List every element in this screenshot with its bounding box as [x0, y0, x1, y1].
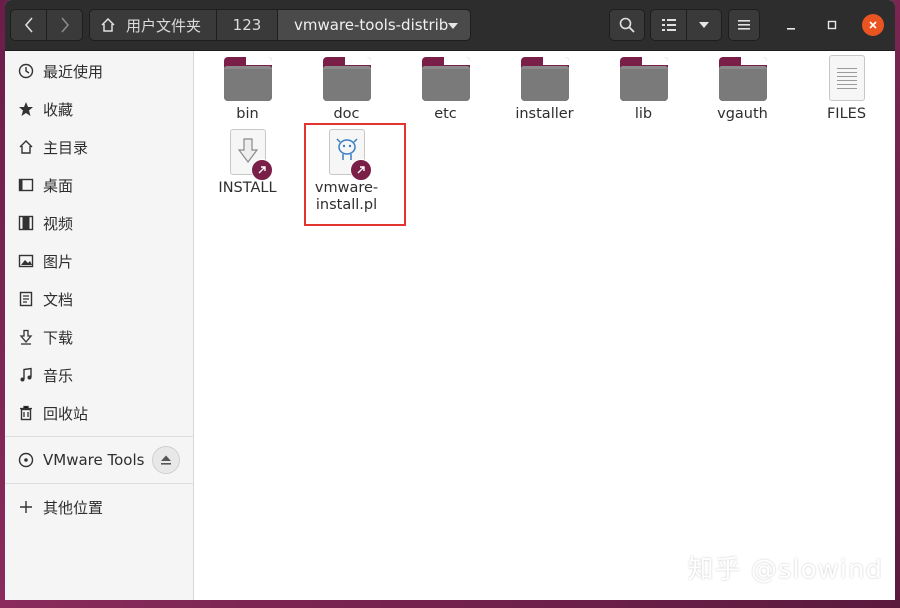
file-item[interactable]: etc — [396, 51, 495, 123]
sidebar-item-videos[interactable]: 视频 — [5, 206, 193, 240]
maximize-icon — [827, 20, 837, 30]
download-icon — [18, 329, 34, 345]
sidebar-item-downloads[interactable]: 下载 — [5, 320, 193, 354]
folder-icon — [421, 57, 470, 101]
folder-icon — [520, 57, 569, 101]
search-button[interactable] — [609, 9, 645, 41]
folder-icon — [322, 57, 371, 101]
header-bar: 用户文件夹 123 vmware-tools-distrib — [5, 0, 895, 51]
sidebar-item-vmware-tools[interactable]: VMware Tools — [5, 443, 193, 477]
back-button[interactable] — [10, 9, 47, 41]
folder-icon — [718, 57, 767, 101]
breadcrumb-current-label: vmware-tools-distrib — [294, 16, 449, 34]
close-icon — [869, 21, 877, 29]
view-options-button[interactable] — [686, 9, 722, 41]
sidebar-item-label: 下载 — [43, 328, 74, 347]
document-icon — [18, 291, 34, 307]
image-icon — [18, 253, 34, 269]
breadcrumb-123-label: 123 — [232, 16, 262, 34]
chevron-down-icon — [699, 22, 709, 28]
breadcrumb-current[interactable]: vmware-tools-distrib — [277, 9, 471, 41]
folder-icon — [223, 57, 272, 101]
file-name: INSTALL — [218, 180, 277, 196]
menu-button[interactable] — [728, 9, 760, 41]
sidebar-item-documents[interactable]: 文档 — [5, 282, 193, 316]
file-item[interactable]: installer — [495, 51, 594, 123]
eject-button[interactable] — [152, 446, 180, 474]
symlink-badge-icon — [250, 159, 273, 181]
highlight-box — [304, 123, 406, 226]
folder-icon — [619, 57, 668, 101]
sidebar-item-trash[interactable]: 回收站 — [5, 396, 193, 430]
music-icon — [18, 367, 34, 383]
close-button[interactable] — [862, 14, 884, 36]
file-grid: bin doc etc installer lib vgauth FILES I… — [194, 51, 895, 600]
forward-button[interactable] — [46, 9, 83, 41]
desktop-icon — [18, 177, 34, 193]
breadcrumb-home[interactable]: 用户文件夹 — [89, 9, 217, 41]
sidebar-divider — [5, 483, 193, 484]
trash-icon — [18, 405, 34, 421]
file-name: vgauth — [717, 106, 768, 122]
hamburger-icon — [738, 20, 750, 30]
breadcrumb-123[interactable]: 123 — [216, 9, 278, 41]
sidebar-item-label: 图片 — [43, 252, 74, 271]
file-item[interactable]: doc — [297, 51, 396, 123]
sidebar-item-pictures[interactable]: 图片 — [5, 244, 193, 278]
file-name: FILES — [826, 106, 867, 122]
maximize-button[interactable] — [821, 14, 843, 36]
watermark: 知乎 @slowind — [687, 555, 883, 585]
list-icon — [661, 19, 676, 31]
file-item[interactable]: bin — [198, 51, 297, 123]
sidebar-item-label: 收藏 — [43, 100, 74, 119]
file-name: installer — [515, 106, 574, 122]
home-icon — [18, 139, 34, 155]
sidebar-item-label: VMware Tools — [43, 451, 145, 469]
file-name: lib — [634, 106, 653, 122]
chevron-down-icon — [448, 23, 458, 29]
chevron-right-icon — [60, 17, 69, 33]
sidebar-item-desktop[interactable]: 桌面 — [5, 168, 193, 202]
star-icon — [18, 101, 34, 117]
sidebar-item-starred[interactable]: 收藏 — [5, 92, 193, 126]
list-view-button[interactable] — [650, 9, 687, 41]
sidebar-item-other-locations[interactable]: 其他位置 — [5, 490, 193, 524]
file-name: doc — [333, 106, 360, 122]
sidebar-item-label: 音乐 — [43, 366, 74, 385]
minimize-button[interactable] — [780, 14, 802, 36]
sidebar-item-label: 其他位置 — [43, 498, 104, 517]
file-item[interactable]: vgauth — [693, 51, 792, 123]
sidebar-item-home[interactable]: 主目录 — [5, 130, 193, 164]
file-manager-window: 用户文件夹 123 vmware-tools-distrib 最近使用 收藏 主… — [5, 0, 895, 600]
eject-icon — [161, 455, 171, 465]
sidebar-item-music[interactable]: 音乐 — [5, 358, 193, 392]
sidebar-item-label: 视频 — [43, 214, 74, 233]
file-item[interactable]: lib — [594, 51, 693, 123]
file-name: bin — [236, 106, 259, 122]
disc-icon — [18, 452, 34, 468]
file-name: etc — [434, 106, 457, 122]
sidebar-divider — [5, 436, 193, 437]
sidebar-item-label: 文档 — [43, 290, 74, 309]
sidebar-item-label: 主目录 — [43, 138, 89, 157]
sidebar-item-label: 桌面 — [43, 176, 74, 195]
video-icon — [18, 215, 34, 231]
download-arrow-icon — [237, 138, 258, 163]
file-item[interactable]: INSTALL — [198, 125, 297, 197]
text-file-icon — [828, 55, 865, 101]
sidebar-item-label: 回收站 — [43, 404, 89, 423]
file-item[interactable]: FILES — [797, 51, 895, 123]
sidebar-item-label: 最近使用 — [43, 62, 104, 81]
search-icon — [619, 17, 635, 33]
breadcrumb-home-label: 用户文件夹 — [126, 16, 202, 35]
chevron-left-icon — [24, 17, 33, 33]
sidebar-item-recent[interactable]: 最近使用 — [5, 54, 193, 88]
home-icon — [101, 17, 115, 32]
plus-icon — [18, 499, 34, 515]
sidebar: 最近使用 收藏 主目录 桌面 视频 图片 文档 下载 音乐 回收站 VMware… — [5, 51, 194, 600]
minimize-icon — [787, 28, 795, 30]
clock-icon — [18, 63, 34, 79]
install-file-icon — [229, 129, 273, 181]
